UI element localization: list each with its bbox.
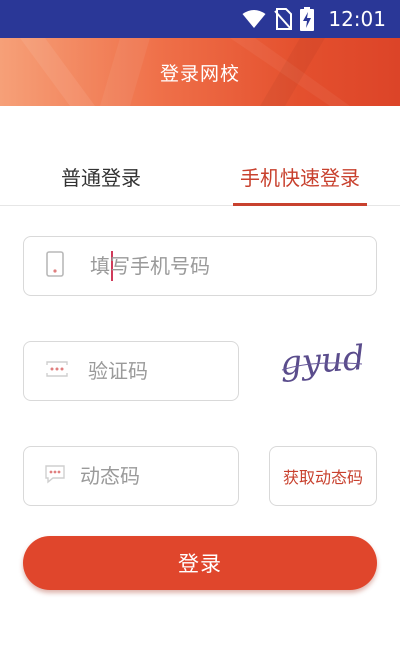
tab-phone-quick-login-label: 手机快速登录	[240, 166, 360, 190]
tab-normal-login[interactable]: 普通登录	[40, 150, 162, 206]
dynamic-code-input[interactable]	[80, 447, 230, 505]
page-title: 登录网校	[159, 62, 240, 85]
captcha-field[interactable]	[23, 341, 239, 401]
dots-icon	[46, 361, 68, 381]
get-dynamic-code-label: 获取动态码	[282, 468, 363, 487]
login-button-label: 登录	[178, 552, 222, 576]
active-tab-indicator	[233, 203, 367, 206]
no-sim-icon	[274, 8, 293, 30]
battery-charging-icon	[300, 7, 315, 31]
phone-icon	[46, 251, 64, 281]
dynamic-code-field[interactable]	[23, 446, 239, 506]
status-time: 12:01	[328, 7, 386, 31]
get-dynamic-code-button[interactable]: 获取动态码	[269, 446, 377, 506]
login-tabs: 普通登录 手机快速登录	[0, 150, 400, 206]
phone-field[interactable]	[23, 236, 377, 296]
captcha-image[interactable]: gyud	[272, 330, 372, 390]
message-icon	[44, 464, 66, 488]
login-button[interactable]: 登录	[23, 536, 377, 590]
svg-text:gyud: gyud	[279, 338, 366, 384]
wifi-icon	[242, 9, 266, 29]
status-bar: 12:01	[0, 0, 400, 38]
phone-input[interactable]	[90, 237, 360, 295]
captcha-input[interactable]	[88, 342, 228, 400]
app-header: 登录网校	[0, 38, 400, 106]
tab-normal-login-label: 普通登录	[61, 166, 141, 190]
tab-phone-quick-login[interactable]: 手机快速登录	[233, 150, 367, 206]
